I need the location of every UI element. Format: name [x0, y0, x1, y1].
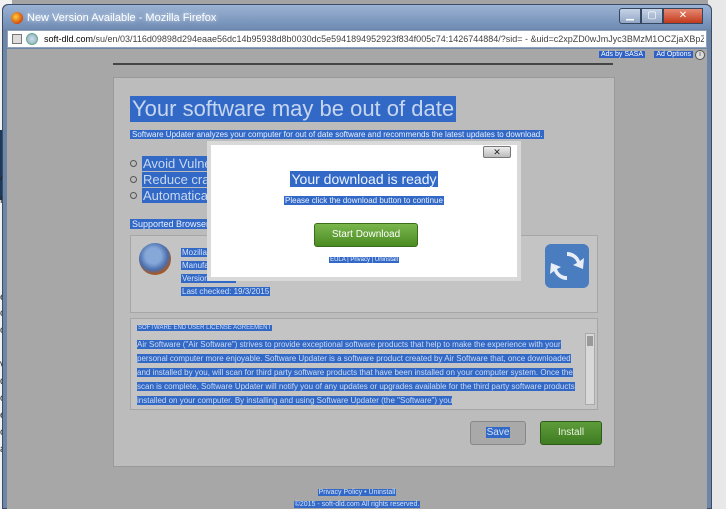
list-item: Avoid Vulne [130, 156, 217, 172]
page-subline: Software Updater analyzes your computer … [130, 130, 545, 139]
title-bar[interactable]: New Version Available - Mozilla Firefox … [3, 5, 711, 29]
bullet-icon [130, 192, 137, 199]
download-modal: ✕ Your download is ready Please click th… [207, 141, 521, 281]
minimize-button[interactable]: ▁ [619, 8, 641, 24]
url-text[interactable]: soft-dld.com/su/en/03/116d09898d294eaae5… [44, 34, 704, 44]
modal-title: Your download is ready [290, 171, 438, 187]
firefox-logo-icon [139, 243, 171, 275]
eula-text: Air Software ("Air Software") strives to… [137, 340, 575, 405]
save-button[interactable]: Save [470, 421, 526, 445]
footer-copyright: ©2015 - soft-dld.com All rights reserved… [293, 501, 421, 508]
install-button[interactable]: Install [540, 421, 602, 445]
window-title: New Version Available - Mozilla Firefox [27, 12, 217, 24]
last-checked: Last checked: 19/3/2015 [181, 287, 271, 296]
page-headline: Your software may be out of date [130, 96, 457, 122]
page-icon [12, 34, 22, 44]
list-item: Automatical [130, 188, 217, 204]
firefox-icon [11, 12, 23, 24]
scrollbar-thumb[interactable] [587, 336, 593, 346]
eula-scrollbar[interactable] [585, 333, 595, 405]
list-item: Reduce cras [130, 172, 217, 188]
page-footer: Privacy Policy • Uninstall ©2015 - soft-… [7, 487, 707, 509]
address-bar[interactable]: soft-dld.com/su/en/03/116d09898d294eaae5… [7, 30, 707, 48]
ads-label[interactable]: Ads by SASA [598, 51, 645, 58]
page-viewport: Ads by SASA Ad Options i Your software m… [7, 49, 707, 509]
bullet-icon [130, 160, 137, 167]
eula-title: SOFTWARE END USER LICENSE AGREEMENT [137, 325, 273, 331]
benefit-list: Avoid Vulne Reduce cras Automatical [130, 156, 217, 204]
url-path: /su/en/03/116d09898d294eaae56dc14b95938d… [93, 34, 704, 44]
supported-browsers-label: Supported Browser [130, 219, 212, 229]
top-divider [113, 63, 613, 65]
start-download-button[interactable]: Start Download [314, 223, 418, 247]
close-icon[interactable]: ✕ [483, 146, 511, 158]
modal-subtitle: Please click the download button to cont… [284, 196, 444, 205]
eula-box[interactable]: SOFTWARE END USER LICENSE AGREEMENT Air … [130, 318, 598, 410]
info-icon[interactable]: i [695, 50, 705, 60]
bullet-icon [130, 176, 137, 183]
maximize-button[interactable]: ▢ [641, 8, 663, 24]
window-controls: ▁ ▢ ✕ [619, 8, 703, 24]
modal-links[interactable]: EULA | Privacy | Uninstall [211, 257, 517, 263]
close-window-button[interactable]: ✕ [663, 8, 703, 24]
globe-icon [26, 33, 38, 45]
browser-window: New Version Available - Mozilla Firefox … [2, 4, 712, 509]
footer-links[interactable]: Privacy Policy • Uninstall [317, 489, 397, 496]
ad-options-link[interactable]: Ad Options [654, 51, 693, 58]
refresh-icon [545, 244, 589, 288]
url-domain: soft-dld.com [44, 34, 94, 44]
